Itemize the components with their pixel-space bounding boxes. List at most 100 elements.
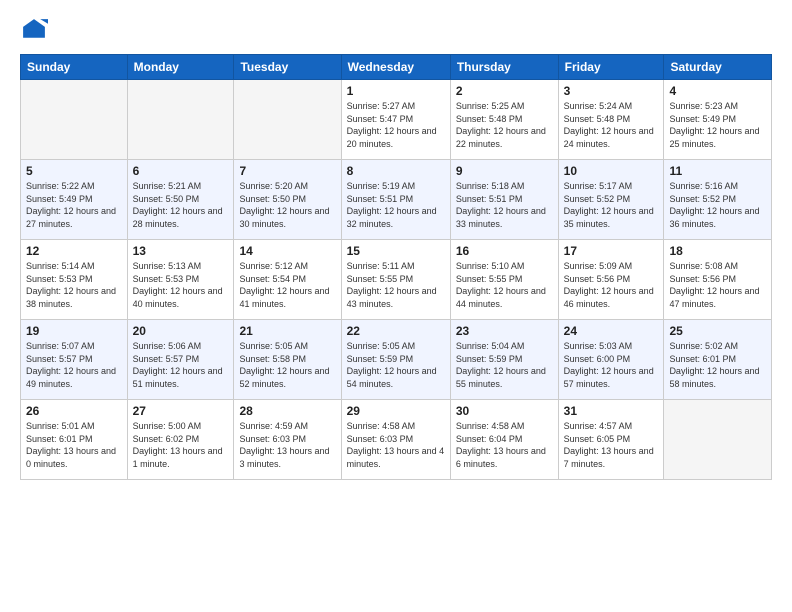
day-info: Sunrise: 5:07 AM Sunset: 5:57 PM Dayligh…: [26, 340, 122, 390]
page: SundayMondayTuesdayWednesdayThursdayFrid…: [0, 0, 792, 612]
calendar-cell: 4Sunrise: 5:23 AM Sunset: 5:49 PM Daylig…: [664, 80, 772, 160]
day-info: Sunrise: 5:17 AM Sunset: 5:52 PM Dayligh…: [564, 180, 659, 230]
day-number: 31: [564, 404, 659, 418]
day-info: Sunrise: 4:59 AM Sunset: 6:03 PM Dayligh…: [239, 420, 335, 470]
calendar-cell: 9 Sunrise: 5:18 AM Sunset: 5:51 PM Daylig…: [450, 160, 558, 240]
calendar-cell: 21Sunrise: 5:05 AM Sunset: 5:58 PM Dayli…: [234, 320, 341, 400]
day-info: Sunrise: 5:04 AM Sunset: 5:59 PM Dayligh…: [456, 340, 553, 390]
day-header-sunday: Sunday: [21, 55, 128, 80]
day-info: Sunrise: 5:18 AM Sunset: 5:51 PM Dayligh…: [456, 180, 553, 230]
calendar-cell: 12Sunrise: 5:14 AM Sunset: 5:53 PM Dayli…: [21, 240, 128, 320]
day-number: 16: [456, 244, 553, 258]
day-info: Sunrise: 5:02 AM Sunset: 6:01 PM Dayligh…: [669, 340, 766, 390]
day-number: 28: [239, 404, 335, 418]
day-header-tuesday: Tuesday: [234, 55, 341, 80]
day-info: Sunrise: 5:08 AM Sunset: 5:56 PM Dayligh…: [669, 260, 766, 310]
calendar-cell: 1Sunrise: 5:27 AM Sunset: 5:47 PM Daylig…: [341, 80, 450, 160]
day-info: Sunrise: 5:27 AM Sunset: 5:47 PM Dayligh…: [347, 100, 445, 150]
day-header-wednesday: Wednesday: [341, 55, 450, 80]
day-info: Sunrise: 5:25 AM Sunset: 5:48 PM Dayligh…: [456, 100, 553, 150]
day-number: 2: [456, 84, 553, 98]
day-number: 30: [456, 404, 553, 418]
calendar-cell: 19 Sunrise: 5:07 AM Sunset: 5:57 PM Dayli…: [21, 320, 128, 400]
calendar-week-row: 26 Sunrise: 5:01 AM Sunset: 6:01 PM Dayli…: [21, 400, 772, 480]
day-info: Sunrise: 5:22 AM Sunset: 5:49 PM Dayligh…: [26, 180, 122, 230]
calendar-cell: 10 Sunrise: 5:17 AM Sunset: 5:52 PM Dayli…: [558, 160, 664, 240]
day-number: 14: [239, 244, 335, 258]
calendar-cell: 25 Sunrise: 5:02 AM Sunset: 6:01 PM Dayli…: [664, 320, 772, 400]
logo: [20, 16, 52, 44]
day-info: Sunrise: 5:09 AM Sunset: 5:56 PM Dayligh…: [564, 260, 659, 310]
calendar-cell: 8 Sunrise: 5:19 AM Sunset: 5:51 PM Daylig…: [341, 160, 450, 240]
calendar-week-row: 19 Sunrise: 5:07 AM Sunset: 5:57 PM Dayli…: [21, 320, 772, 400]
calendar-header-row: SundayMondayTuesdayWednesdayThursdayFrid…: [21, 55, 772, 80]
calendar-cell: 11Sunrise: 5:16 AM Sunset: 5:52 PM Dayli…: [664, 160, 772, 240]
day-number: 13: [133, 244, 229, 258]
calendar-cell: 27 Sunrise: 5:00 AM Sunset: 6:02 PM Dayli…: [127, 400, 234, 480]
day-info: Sunrise: 5:11 AM Sunset: 5:55 PM Dayligh…: [347, 260, 445, 310]
calendar-cell: [21, 80, 128, 160]
calendar-table: SundayMondayTuesdayWednesdayThursdayFrid…: [20, 54, 772, 480]
day-number: 24: [564, 324, 659, 338]
calendar-cell: 7Sunrise: 5:20 AM Sunset: 5:50 PM Daylig…: [234, 160, 341, 240]
day-number: 8: [347, 164, 445, 178]
calendar-cell: 3 Sunrise: 5:24 AM Sunset: 5:48 PM Daylig…: [558, 80, 664, 160]
day-header-monday: Monday: [127, 55, 234, 80]
calendar-cell: 14 Sunrise: 5:12 AM Sunset: 5:54 PM Dayli…: [234, 240, 341, 320]
day-number: 22: [347, 324, 445, 338]
day-header-thursday: Thursday: [450, 55, 558, 80]
calendar-cell: 16 Sunrise: 5:10 AM Sunset: 5:55 PM Dayli…: [450, 240, 558, 320]
calendar-cell: 17 Sunrise: 5:09 AM Sunset: 5:56 PM Dayli…: [558, 240, 664, 320]
day-number: 29: [347, 404, 445, 418]
calendar-cell: 22Sunrise: 5:05 AM Sunset: 5:59 PM Dayli…: [341, 320, 450, 400]
calendar-cell: 15Sunrise: 5:11 AM Sunset: 5:55 PM Dayli…: [341, 240, 450, 320]
day-info: Sunrise: 5:19 AM Sunset: 5:51 PM Dayligh…: [347, 180, 445, 230]
calendar-cell: 24 Sunrise: 5:03 AM Sunset: 6:00 PM Dayli…: [558, 320, 664, 400]
day-info: Sunrise: 4:57 AM Sunset: 6:05 PM Dayligh…: [564, 420, 659, 470]
day-number: 17: [564, 244, 659, 258]
day-info: Sunrise: 5:20 AM Sunset: 5:50 PM Dayligh…: [239, 180, 335, 230]
day-info: Sunrise: 5:01 AM Sunset: 6:01 PM Dayligh…: [26, 420, 122, 470]
day-header-saturday: Saturday: [664, 55, 772, 80]
logo-icon: [20, 16, 48, 44]
day-number: 19: [26, 324, 122, 338]
day-number: 25: [669, 324, 766, 338]
day-number: 6: [133, 164, 229, 178]
calendar-cell: 26 Sunrise: 5:01 AM Sunset: 6:01 PM Dayli…: [21, 400, 128, 480]
day-number: 11: [669, 164, 766, 178]
calendar-cell: [234, 80, 341, 160]
calendar-cell: 5 Sunrise: 5:22 AM Sunset: 5:49 PM Daylig…: [21, 160, 128, 240]
calendar-cell: 2 Sunrise: 5:25 AM Sunset: 5:48 PM Daylig…: [450, 80, 558, 160]
day-info: Sunrise: 5:10 AM Sunset: 5:55 PM Dayligh…: [456, 260, 553, 310]
day-number: 5: [26, 164, 122, 178]
calendar-cell: [664, 400, 772, 480]
day-header-friday: Friday: [558, 55, 664, 80]
day-info: Sunrise: 5:21 AM Sunset: 5:50 PM Dayligh…: [133, 180, 229, 230]
day-number: 26: [26, 404, 122, 418]
header: [20, 16, 772, 44]
calendar-cell: 29 Sunrise: 4:58 AM Sunset: 6:03 PM Dayli…: [341, 400, 450, 480]
day-info: Sunrise: 5:14 AM Sunset: 5:53 PM Dayligh…: [26, 260, 122, 310]
calendar-week-row: 12Sunrise: 5:14 AM Sunset: 5:53 PM Dayli…: [21, 240, 772, 320]
day-info: Sunrise: 5:12 AM Sunset: 5:54 PM Dayligh…: [239, 260, 335, 310]
day-info: Sunrise: 4:58 AM Sunset: 6:03 PM Dayligh…: [347, 420, 445, 470]
day-info: Sunrise: 4:58 AM Sunset: 6:04 PM Dayligh…: [456, 420, 553, 470]
calendar-cell: 23 Sunrise: 5:04 AM Sunset: 5:59 PM Dayli…: [450, 320, 558, 400]
day-number: 20: [133, 324, 229, 338]
calendar-cell: 6 Sunrise: 5:21 AM Sunset: 5:50 PM Daylig…: [127, 160, 234, 240]
calendar-cell: 28 Sunrise: 4:59 AM Sunset: 6:03 PM Dayli…: [234, 400, 341, 480]
calendar-cell: 20Sunrise: 5:06 AM Sunset: 5:57 PM Dayli…: [127, 320, 234, 400]
day-number: 9: [456, 164, 553, 178]
day-number: 27: [133, 404, 229, 418]
calendar-cell: [127, 80, 234, 160]
day-info: Sunrise: 5:03 AM Sunset: 6:00 PM Dayligh…: [564, 340, 659, 390]
day-number: 18: [669, 244, 766, 258]
day-number: 10: [564, 164, 659, 178]
day-number: 23: [456, 324, 553, 338]
calendar-week-row: 1Sunrise: 5:27 AM Sunset: 5:47 PM Daylig…: [21, 80, 772, 160]
day-info: Sunrise: 5:24 AM Sunset: 5:48 PM Dayligh…: [564, 100, 659, 150]
day-number: 21: [239, 324, 335, 338]
day-info: Sunrise: 5:00 AM Sunset: 6:02 PM Dayligh…: [133, 420, 229, 470]
day-number: 4: [669, 84, 766, 98]
day-number: 3: [564, 84, 659, 98]
